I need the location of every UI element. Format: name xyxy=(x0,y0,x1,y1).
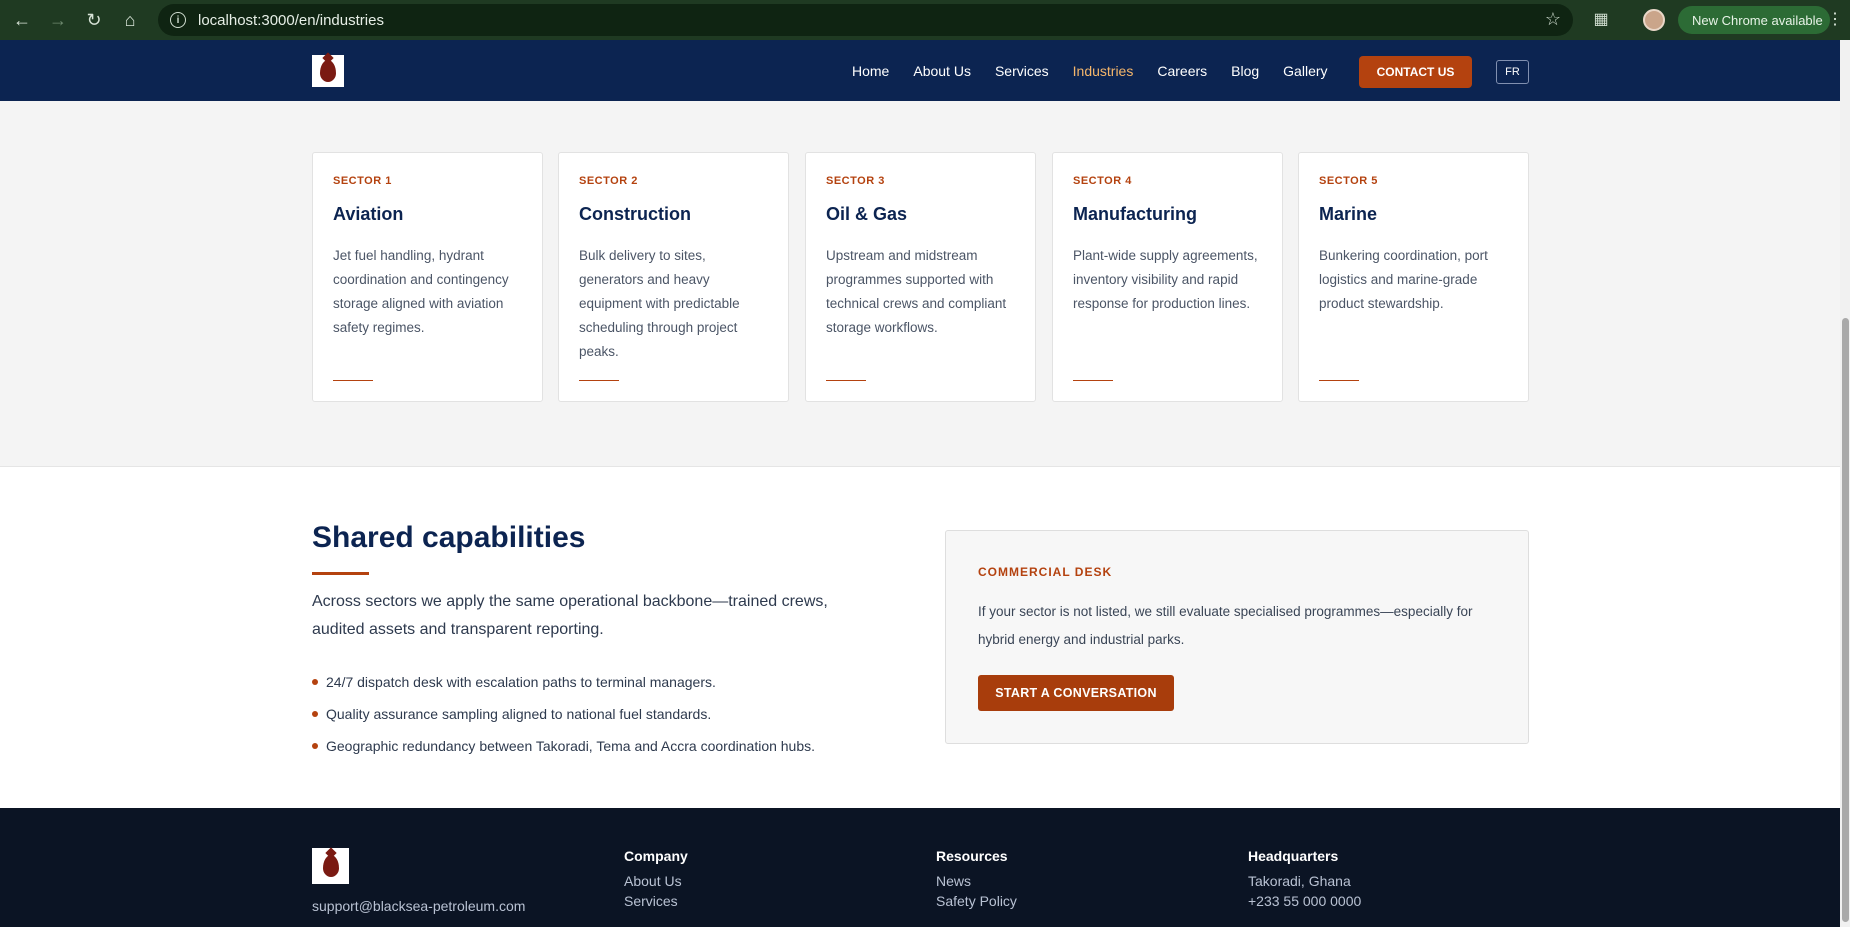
footer-link[interactable]: News xyxy=(936,873,1017,893)
sector-card: SECTOR 4 Manufacturing Plant-wide supply… xyxy=(1052,152,1283,402)
sector-kicker: SECTOR 2 xyxy=(579,175,638,187)
sector-description: Jet fuel handling, hydrant coordination … xyxy=(333,248,509,335)
bookmark-star-icon[interactable]: ☆ xyxy=(1545,9,1561,30)
browser-menu-icon[interactable]: ⋮ xyxy=(1827,9,1843,29)
back-icon[interactable]: ← xyxy=(4,2,40,38)
footer-link[interactable]: Services xyxy=(624,893,688,913)
footer-heading: Resources xyxy=(936,848,1008,864)
list-item: Quality assurance sampling aligned to na… xyxy=(312,698,815,730)
list-item-text: Quality assurance sampling aligned to na… xyxy=(326,706,712,722)
forward-icon[interactable]: → xyxy=(40,2,76,38)
update-label: New Chrome available xyxy=(1692,12,1823,28)
footer-column-resources: Resources News Safety Policy xyxy=(936,848,1017,913)
nav-link-gallery[interactable]: Gallery xyxy=(1283,63,1327,79)
list-item-text: 24/7 dispatch desk with escalation paths… xyxy=(326,674,716,690)
sector-card: SECTOR 1 Aviation Jet fuel handling, hyd… xyxy=(312,152,543,402)
footer-link[interactable]: About Us xyxy=(624,873,688,893)
bullet-icon xyxy=(312,711,318,717)
support-email-link[interactable]: support@blacksea-petroleum.com xyxy=(312,898,525,914)
list-item: 24/7 dispatch desk with escalation paths… xyxy=(312,666,815,698)
main-nav: Home About Us Services Industries Careers Blo… xyxy=(852,40,1352,101)
sector-description: Upstream and midstream programmes suppor… xyxy=(826,248,1007,335)
oil-drop-icon xyxy=(322,855,339,877)
sector-description: Bunkering coordination, port logistics a… xyxy=(1319,248,1488,311)
sector-divider xyxy=(1319,380,1359,381)
footer-column-headquarters: Headquarters Takoradi, Ghana +233 55 000… xyxy=(1248,848,1361,913)
url-text[interactable]: localhost:3000/en/industries xyxy=(198,12,384,29)
nav-link-services[interactable]: Services xyxy=(995,63,1049,79)
home-icon[interactable]: ⌂ xyxy=(112,2,148,38)
sector-title: Manufacturing xyxy=(1073,204,1197,224)
extensions-icon[interactable]: ▦ xyxy=(1590,8,1612,30)
capabilities-lead: Across sectors we apply the same operati… xyxy=(312,593,828,638)
bullet-icon xyxy=(312,679,318,685)
profile-avatar[interactable] xyxy=(1643,9,1665,31)
capabilities-heading: Shared capabilities xyxy=(312,521,586,554)
page-scrollbar-thumb[interactable] xyxy=(1842,318,1849,922)
footer-link[interactable]: Safety Policy xyxy=(936,893,1017,913)
language-toggle-button[interactable]: FR xyxy=(1496,60,1529,84)
footer-logo[interactable] xyxy=(312,848,349,884)
bullet-icon xyxy=(312,743,318,749)
sector-card: SECTOR 3 Oil & Gas Upstream and midstrea… xyxy=(805,152,1036,402)
list-item-text: Geographic redundancy between Takoradi, … xyxy=(326,738,816,754)
sector-kicker: SECTOR 1 xyxy=(333,175,392,187)
nav-link-industries[interactable]: Industries xyxy=(1073,63,1134,79)
site-footer xyxy=(0,808,1840,927)
footer-column-company: Company About Us Services xyxy=(624,848,688,913)
start-conversation-button[interactable]: START A CONVERSATION xyxy=(978,675,1174,711)
chrome-update-button[interactable]: New Chrome available xyxy=(1678,6,1830,34)
desk-text: If your sector is not listed, we still e… xyxy=(978,604,1473,647)
contact-us-button[interactable]: CONTACT US xyxy=(1359,56,1472,88)
footer-heading: Company xyxy=(624,848,688,864)
sector-divider xyxy=(579,380,619,381)
nav-link-blog[interactable]: Blog xyxy=(1231,63,1259,79)
sector-divider xyxy=(1073,380,1113,381)
nav-link-home[interactable]: Home xyxy=(852,63,889,79)
site-logo[interactable] xyxy=(312,55,344,87)
hq-location: Takoradi, Ghana xyxy=(1248,873,1351,889)
sector-kicker: SECTOR 5 xyxy=(1319,175,1378,187)
sector-title: Oil & Gas xyxy=(826,204,908,224)
browser-toolbar: ← → ↻ ⌂ i localhost:3000/en/industries ☆… xyxy=(0,0,1850,40)
sector-title: Aviation xyxy=(333,204,404,224)
site-header: Home About Us Services Industries Careers Blo… xyxy=(0,40,1840,101)
sector-description: Plant-wide supply agreements, inventory … xyxy=(1073,248,1258,311)
sector-divider xyxy=(333,380,373,381)
oil-drop-icon xyxy=(320,60,336,82)
site-info-icon[interactable]: i xyxy=(170,12,186,28)
nav-link-about-us[interactable]: About Us xyxy=(913,63,971,79)
commercial-desk-panel: COMMERCIAL DESK If your sector is not li… xyxy=(945,530,1529,744)
sector-kicker: SECTOR 3 xyxy=(826,175,885,187)
desk-kicker: COMMERCIAL DESK xyxy=(978,565,1113,579)
sector-title: Construction xyxy=(579,204,691,224)
address-bar[interactable]: i localhost:3000/en/industries ☆ xyxy=(158,4,1573,36)
list-item: Geographic redundancy between Takoradi, … xyxy=(312,730,815,762)
heading-underline xyxy=(312,572,369,575)
sector-title: Marine xyxy=(1319,204,1378,224)
hq-phone[interactable]: +233 55 000 0000 xyxy=(1248,893,1361,913)
nav-link-careers[interactable]: Careers xyxy=(1157,63,1207,79)
sector-divider xyxy=(826,380,866,381)
footer-heading: Headquarters xyxy=(1248,848,1339,864)
sector-description: Bulk delivery to sites, generators and h… xyxy=(579,248,740,359)
sector-kicker: SECTOR 4 xyxy=(1073,175,1132,187)
capabilities-list: 24/7 dispatch desk with escalation paths… xyxy=(312,666,815,762)
sector-card: SECTOR 5 Marine Bunkering coordination, … xyxy=(1298,152,1529,402)
sector-card: SECTOR 2 Construction Bulk delivery to s… xyxy=(558,152,789,402)
reload-icon[interactable]: ↻ xyxy=(76,2,112,38)
